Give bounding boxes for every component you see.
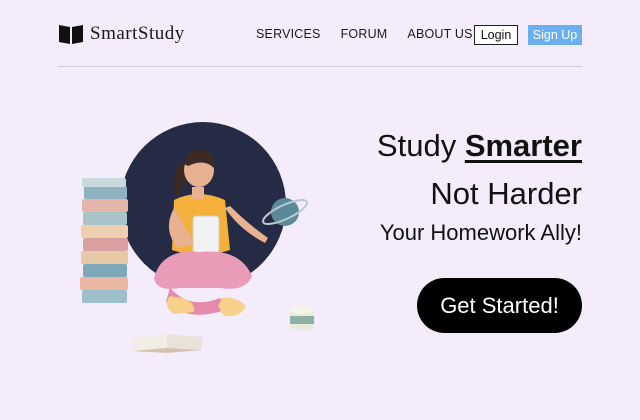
site-header: SmartStudy SERVICES FORUM ABOUT US Login…	[58, 20, 582, 50]
hero-tagline: Your Homework Ally!	[379, 220, 582, 245]
nav-forum[interactable]: FORUM	[341, 27, 388, 41]
hero-text: Study Smarter Not Harder Your Homework A…	[377, 128, 582, 246]
hero-heading-prefix: Study	[376, 128, 465, 163]
book-stack	[80, 178, 128, 303]
student-illustration	[80, 122, 314, 353]
brand-logo[interactable]: SmartStudy	[58, 21, 185, 47]
open-book-floor	[132, 334, 203, 353]
login-button[interactable]: Login	[474, 25, 518, 45]
get-started-button[interactable]: Get Started!	[417, 278, 582, 333]
nav-services[interactable]: SERVICES	[256, 27, 321, 41]
hero-subheading: Not Harder	[430, 176, 582, 211]
coffee-cup	[290, 306, 314, 330]
hero-heading: Study Smarter	[377, 128, 582, 164]
hero-heading-emphasis: Smarter	[464, 128, 582, 163]
header-divider	[58, 66, 582, 67]
open-book-icon	[59, 25, 83, 44]
main-nav: SERVICES FORUM ABOUT US	[256, 27, 473, 41]
signup-button[interactable]: Sign Up	[528, 25, 582, 45]
nav-about-us[interactable]: ABOUT US	[407, 27, 472, 41]
brand-name: SmartStudy	[90, 23, 185, 44]
